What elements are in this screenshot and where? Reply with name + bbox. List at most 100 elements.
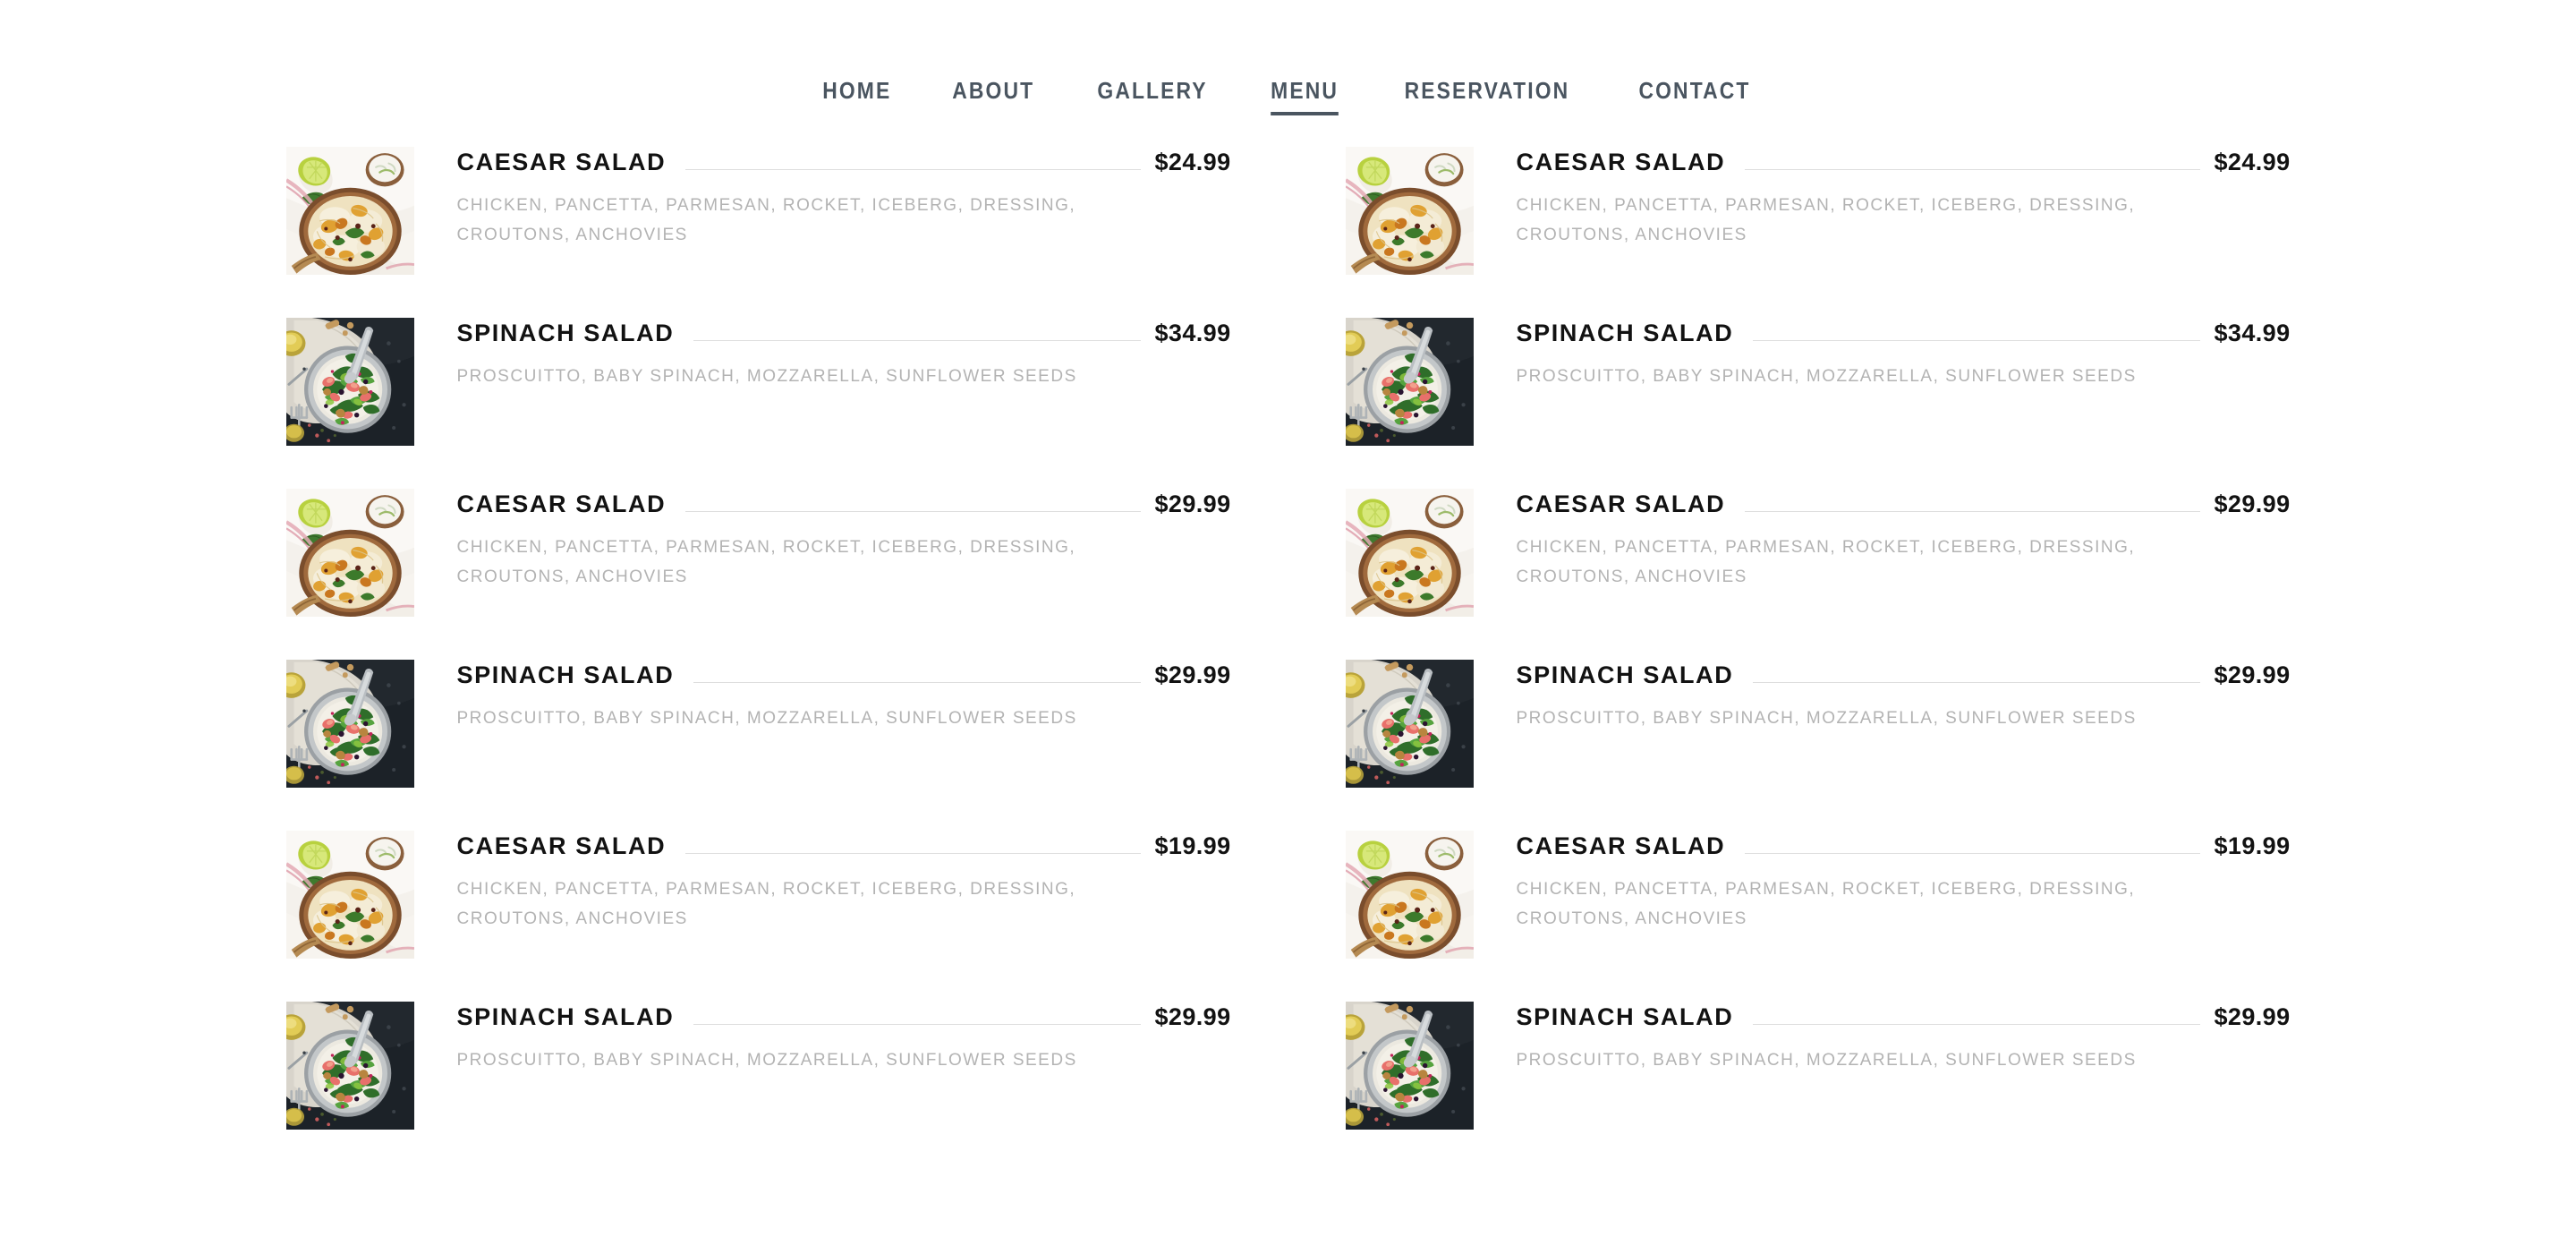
menu-item-description: CHICKEN, PANCETTA, PARMESAN, ROCKET, ICE… [456, 880, 1076, 928]
menu-item-description: CHICKEN, PANCETTA, PARMESAN, ROCKET, ICE… [1516, 880, 2136, 928]
menu-item-description: CHICKEN, PANCETTA, PARMESAN, ROCKET, ICE… [456, 538, 1076, 586]
menu-item-leader-line [685, 853, 1141, 854]
menu-item-headline: CAESAR SALAD $29.99 [457, 491, 1231, 518]
nav-item-gallery[interactable]: GALLERY [1075, 79, 1230, 102]
menu-item[interactable]: CAESAR SALAD $24.99 CHICKEN, PANCETTA, PAR… [1345, 147, 2291, 277]
menu-item-description: CHICKEN, PANCETTA, PARMESAN, ROCKET, ICE… [1516, 196, 2136, 244]
nav-item-menu[interactable]: MENU [1248, 77, 1360, 115]
menu-item-image [1345, 318, 1474, 446]
menu-item-description: CHICKEN, PANCETTA, PARMESAN, ROCKET, ICE… [1516, 538, 2136, 586]
menu-item-headline: SPINACH SALAD $29.99 [1517, 1003, 2291, 1031]
menu-item-leader-line [1745, 169, 2200, 170]
menu-item[interactable]: SPINACH SALAD $29.99 PROSCUITTO, BABY SPIN… [1345, 1002, 2291, 1131]
main-navigation: HOME ABOUT GALLERY MENU RESERVATION CONTACT [0, 0, 2576, 134]
menu-item-price: $29.99 [2214, 491, 2291, 517]
menu-item-image [1345, 489, 1474, 617]
nav-item-home[interactable]: HOME [801, 79, 914, 102]
menu-item-description: PROSCUITTO, BABY SPINACH, MOZZARELLA, SU… [456, 709, 1077, 729]
menu-item[interactable]: CAESAR SALAD $29.99 CHICKEN, PANCETTA, PAR… [1345, 489, 2291, 618]
nav-item-about[interactable]: ABOUT [931, 79, 1057, 102]
menu-item-body: SPINACH SALAD $29.99 PROSCUITTO, BABY SPIN… [1517, 1002, 2291, 1076]
menu-item-image [285, 147, 414, 275]
menu-item-price: $29.99 [1154, 1003, 1231, 1030]
menu-item-name: SPINACH SALAD [1516, 1003, 1734, 1030]
menu-item-price: $29.99 [1154, 491, 1231, 517]
menu-item-body: CAESAR SALAD $19.99 CHICKEN, PANCETTA, PAR… [1517, 831, 2291, 934]
menu-item-name: SPINACH SALAD [1516, 320, 1734, 346]
menu-item-image [285, 489, 414, 617]
menu-section: CAESAR SALAD $24.99 CHICKEN, PANCETTA, PAR… [0, 134, 2576, 1131]
menu-item-headline: SPINACH SALAD $34.99 [457, 320, 1231, 347]
menu-item-name: SPINACH SALAD [456, 320, 675, 346]
menu-item-headline: SPINACH SALAD $29.99 [457, 661, 1231, 689]
menu-item[interactable]: CAESAR SALAD $19.99 CHICKEN, PANCETTA, PAR… [285, 831, 1231, 960]
menu-item-headline: CAESAR SALAD $19.99 [457, 832, 1231, 860]
menu-item-image [1345, 147, 1474, 275]
menu-item-image [285, 831, 414, 959]
menu-item-name: CAESAR SALAD [456, 149, 667, 175]
menu-item-leader-line [1745, 511, 2200, 512]
menu-item-description: PROSCUITTO, BABY SPINACH, MOZZARELLA, SU… [456, 1051, 1077, 1071]
nav-item-label: HOME [822, 77, 892, 104]
menu-item-leader-line [685, 169, 1141, 170]
nav-item-label: RESERVATION [1404, 77, 1569, 104]
menu-item-description: CHICKEN, PANCETTA, PARMESAN, ROCKET, ICE… [456, 196, 1076, 244]
menu-item-leader-line [1753, 1024, 2200, 1025]
menu-item[interactable]: CAESAR SALAD $24.99 CHICKEN, PANCETTA, PAR… [285, 147, 1231, 277]
menu-item-headline: CAESAR SALAD $19.99 [1517, 832, 2291, 860]
nav-item-label: ABOUT [952, 77, 1035, 104]
menu-item-body: SPINACH SALAD $29.99 PROSCUITTO, BABY SPIN… [1517, 660, 2291, 734]
menu-item-body: CAESAR SALAD $29.99 CHICKEN, PANCETTA, PAR… [1517, 489, 2291, 592]
menu-item-headline: CAESAR SALAD $29.99 [1517, 491, 2291, 518]
menu-item-body: SPINACH SALAD $29.99 PROSCUITTO, BABY SPIN… [457, 1002, 1231, 1076]
menu-item-price: $19.99 [2214, 832, 2291, 859]
menu-item-name: SPINACH SALAD [456, 1003, 675, 1030]
menu-item-image [285, 1002, 414, 1130]
menu-item-price: $24.99 [2214, 149, 2291, 175]
menu-item-headline: SPINACH SALAD $29.99 [457, 1003, 1231, 1031]
menu-item[interactable]: SPINACH SALAD $29.99 PROSCUITTO, BABY SPIN… [285, 1002, 1231, 1131]
menu-item-leader-line [1753, 340, 2200, 341]
menu-item-name: SPINACH SALAD [1516, 661, 1734, 688]
menu-item-leader-line [1745, 853, 2200, 854]
menu-item-body: CAESAR SALAD $29.99 CHICKEN, PANCETTA, PAR… [457, 489, 1231, 592]
menu-item-description: PROSCUITTO, BABY SPINACH, MOZZARELLA, SU… [1516, 1051, 2137, 1071]
menu-item-price: $29.99 [2214, 1003, 2291, 1030]
menu-item-name: CAESAR SALAD [1516, 149, 1726, 175]
menu-item-price: $34.99 [2214, 320, 2291, 346]
menu-item-name: CAESAR SALAD [456, 491, 667, 517]
menu-item-description: PROSCUITTO, BABY SPINACH, MOZZARELLA, SU… [1516, 367, 2137, 387]
nav-item-reservation[interactable]: RESERVATION [1382, 79, 1592, 102]
menu-grid: CAESAR SALAD $24.99 CHICKEN, PANCETTA, PAR… [285, 147, 2291, 1131]
menu-item-image [285, 660, 414, 788]
menu-item-headline: SPINACH SALAD $34.99 [1517, 320, 2291, 347]
menu-item-body: CAESAR SALAD $24.99 CHICKEN, PANCETTA, PAR… [457, 147, 1231, 250]
menu-item-price: $29.99 [2214, 661, 2291, 688]
nav-list: HOME ABOUT GALLERY MENU RESERVATION CONTACT [793, 77, 1782, 115]
menu-item[interactable]: SPINACH SALAD $29.99 PROSCUITTO, BABY SPIN… [285, 660, 1231, 789]
menu-item-price: $34.99 [1154, 320, 1231, 346]
menu-item[interactable]: SPINACH SALAD $34.99 PROSCUITTO, BABY SPIN… [285, 318, 1231, 448]
menu-item[interactable]: CAESAR SALAD $29.99 CHICKEN, PANCETTA, PAR… [285, 489, 1231, 618]
menu-item-name: CAESAR SALAD [456, 832, 667, 859]
menu-item-leader-line [1753, 682, 2200, 683]
menu-item-description: PROSCUITTO, BABY SPINACH, MOZZARELLA, SU… [1516, 709, 2137, 729]
menu-item-leader-line [693, 1024, 1141, 1025]
menu-item-description: PROSCUITTO, BABY SPINACH, MOZZARELLA, SU… [456, 367, 1077, 387]
menu-item-body: CAESAR SALAD $19.99 CHICKEN, PANCETTA, PAR… [457, 831, 1231, 934]
menu-item-price: $29.99 [1154, 661, 1231, 688]
menu-item[interactable]: SPINACH SALAD $29.99 PROSCUITTO, BABY SPIN… [1345, 660, 2291, 789]
nav-item-label: MENU [1270, 77, 1339, 104]
menu-item-price: $24.99 [1154, 149, 1231, 175]
menu-item[interactable]: CAESAR SALAD $19.99 CHICKEN, PANCETTA, PAR… [1345, 831, 2291, 960]
nav-item-contact[interactable]: CONTACT [1616, 79, 1772, 102]
menu-item-body: SPINACH SALAD $34.99 PROSCUITTO, BABY SPIN… [457, 318, 1231, 392]
menu-item-headline: SPINACH SALAD $29.99 [1517, 661, 2291, 689]
nav-active-underline [1270, 112, 1339, 115]
menu-item-name: CAESAR SALAD [1516, 832, 1726, 859]
menu-item-name: SPINACH SALAD [456, 661, 675, 688]
menu-item-body: CAESAR SALAD $24.99 CHICKEN, PANCETTA, PAR… [1517, 147, 2291, 250]
menu-item[interactable]: SPINACH SALAD $34.99 PROSCUITTO, BABY SPIN… [1345, 318, 2291, 448]
menu-item-leader-line [693, 682, 1141, 683]
menu-item-leader-line [685, 511, 1141, 512]
